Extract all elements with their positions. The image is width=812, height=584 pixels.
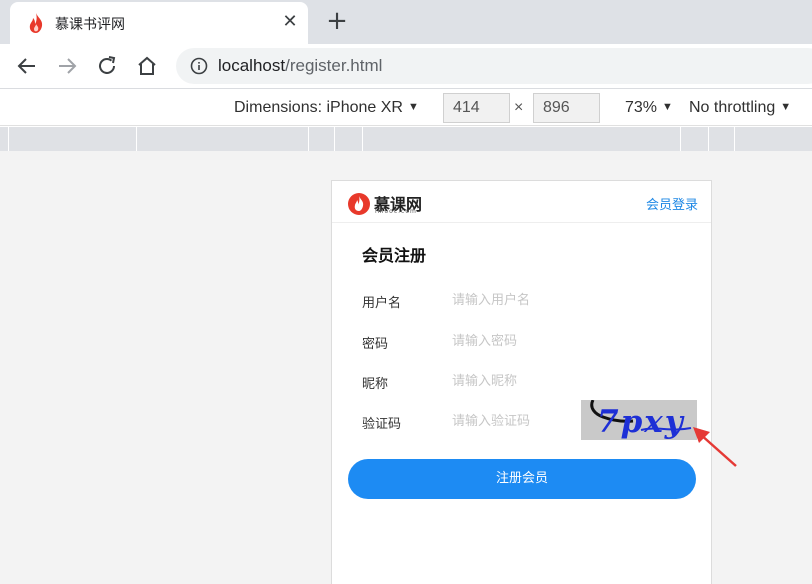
captcha-label: 验证码 [362,417,402,432]
caret-down-icon: ▼ [780,101,792,113]
device-select[interactable]: Dimensions: iPhone XR ▼ [234,99,419,117]
url-host: localhost [218,56,286,75]
ruler-mark [8,127,9,151]
forward-icon[interactable] [55,54,79,78]
username-label: 用户名 [362,296,402,311]
member-login-link[interactable]: 会员登录 [646,194,698,213]
url-path: /register.html [285,56,383,75]
captcha-image[interactable]: 7pxy [581,400,697,440]
caret-down-icon: ▼ [407,101,419,113]
media-query-ruler[interactable] [0,127,812,151]
captcha-code: 7pxy [597,404,685,440]
brand-domain: imooc.com [375,208,417,215]
tab-title: 慕课书评网 [55,17,125,33]
browser-tab[interactable]: 慕课书评网 ✕ [10,2,308,44]
nickname-input[interactable] [452,370,652,392]
back-icon[interactable] [15,54,39,78]
address-bar[interactable]: localhost/register.html [176,48,812,84]
device-toolbar: Dimensions: iPhone XR ▼ 414 × 896 73% ▼ No… [0,90,812,126]
ruler-mark [734,127,735,151]
zoom-label: 73% [625,99,658,116]
home-icon[interactable] [135,54,159,78]
ruler-mark [680,127,681,151]
times-glyph: × [514,99,524,116]
caret-down-icon: ▼ [662,101,673,113]
ruler-mark [362,127,363,151]
height-input[interactable]: 896 [533,93,600,123]
zoom-select[interactable]: 73% ▼ [625,99,673,117]
ruler-mark [708,127,709,151]
tab-strip: 慕课书评网 ✕ + [0,0,812,44]
throttling-select[interactable]: No throttling ▼ [689,99,791,117]
ruler-mark [136,127,137,151]
info-icon[interactable] [190,57,208,75]
register-button[interactable]: 注册会员 [348,459,696,499]
captcha-input[interactable] [452,410,572,432]
url-text: localhost/register.html [218,56,382,76]
throttling-label: No throttling [689,99,776,116]
new-tab-button[interactable]: + [325,8,349,34]
page-title: 会员注册 [362,246,427,265]
width-input[interactable]: 414 [443,93,510,123]
reload-icon[interactable] [95,54,119,78]
username-input[interactable] [452,289,652,311]
nickname-label: 昵称 [362,377,389,392]
ruler-mark [308,127,309,151]
annotation-arrow-icon [693,427,737,467]
device-label: Dimensions: iPhone XR [234,99,403,116]
ruler-mark [334,127,335,151]
emulated-page: 慕课网 imooc.com 会员登录 会员注册 用户名 密码 昵称 验证码 7p… [331,180,712,584]
page-header: 慕课网 imooc.com 会员登录 [332,181,711,223]
flame-icon [27,12,45,34]
browser-toolbar: localhost/register.html [0,44,812,89]
password-input[interactable] [452,330,652,352]
password-label: 密码 [362,337,389,352]
imooc-logo-icon [347,192,371,216]
close-tab-icon[interactable]: ✕ [281,11,299,33]
